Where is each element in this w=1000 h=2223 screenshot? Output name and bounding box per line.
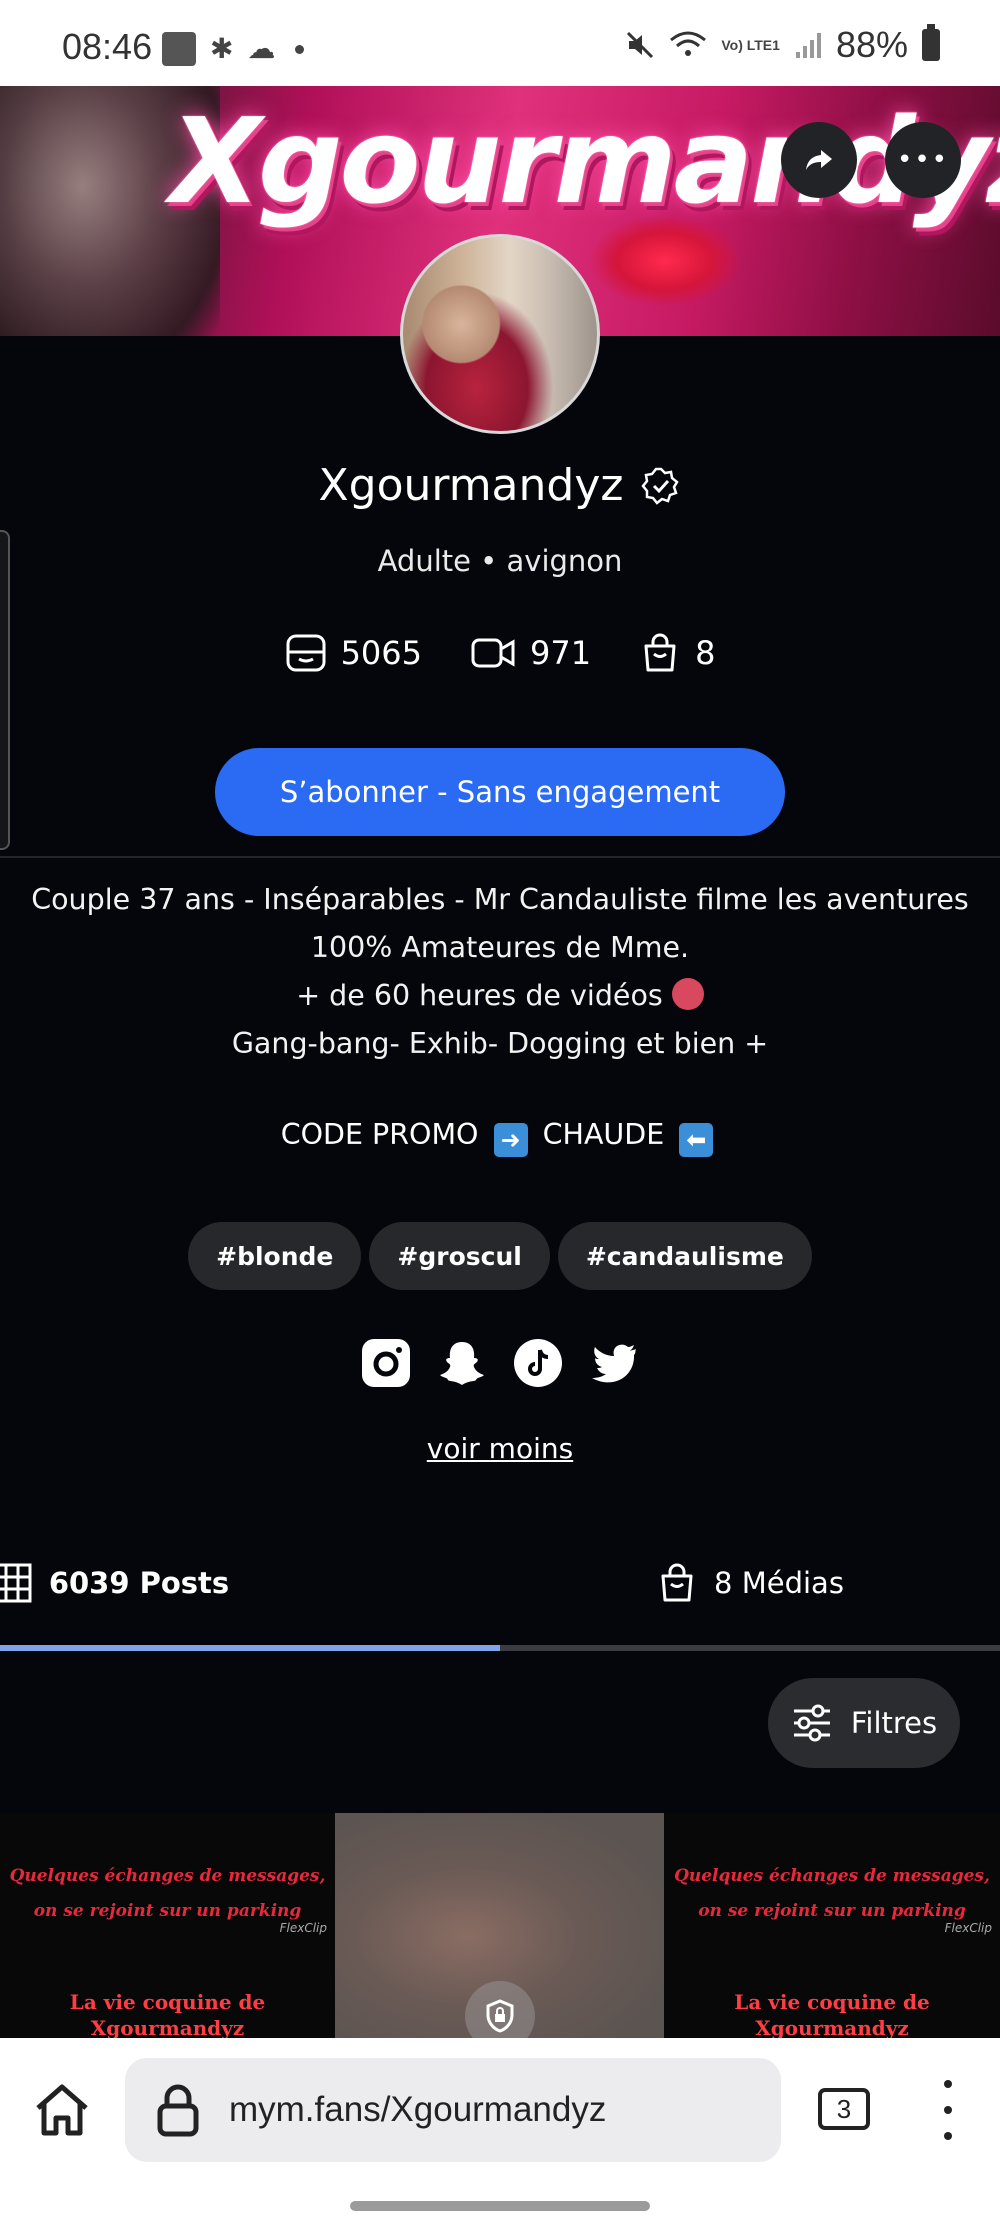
shopping-bag-icon bbox=[661, 1563, 693, 1602]
posts-icon bbox=[286, 634, 326, 672]
tiktok-icon bbox=[514, 1339, 562, 1387]
shopping-bag-icon bbox=[644, 633, 676, 672]
home-icon bbox=[36, 2084, 88, 2136]
notification-icons: ✱ ☁ bbox=[162, 32, 305, 66]
tag-blonde[interactable]: #blonde bbox=[188, 1222, 362, 1290]
watermark: FlexClip bbox=[279, 1921, 327, 1935]
bio-line-4: Gang-bang- Exhib- Dogging et bien + bbox=[231, 1027, 769, 1060]
more-icon: ••• bbox=[896, 145, 949, 175]
profile-name-row: Xgourmandyz bbox=[0, 460, 1000, 511]
status-time: 08:46 bbox=[62, 26, 153, 67]
bio-line-3: + de 60 heures de vidéos bbox=[296, 979, 663, 1012]
browser-menu-button[interactable] bbox=[940, 2080, 956, 2140]
tab-medias-label: 8 Médias bbox=[714, 1566, 844, 1600]
snapchat-link[interactable] bbox=[437, 1338, 487, 1388]
verified-badge-icon bbox=[641, 467, 680, 505]
lock-shield-icon bbox=[486, 1999, 514, 2033]
bio-line-3-row: + de 60 heures de vidéos bbox=[0, 972, 1000, 1020]
profile-subtitle: Adulte • avignon bbox=[377, 544, 623, 578]
locked-badge bbox=[465, 1981, 535, 2038]
tab-posts[interactable]: 6039 Posts bbox=[0, 1528, 360, 1638]
battery-percent: 88% bbox=[835, 24, 908, 65]
bio-line-2: 100% Amateures de Mme. bbox=[310, 931, 690, 964]
promo-line: CODE PROMO ➜ CHAUDE ⬅ bbox=[0, 1118, 1000, 1157]
home-button[interactable] bbox=[30, 2078, 94, 2142]
gesture-bar bbox=[350, 2201, 650, 2211]
volte-label: Vo) LTE1 bbox=[721, 37, 780, 53]
social-links bbox=[0, 1338, 1000, 1388]
profile-avatar[interactable] bbox=[400, 234, 600, 434]
tag-candaulisme[interactable]: #candaulisme bbox=[557, 1222, 812, 1290]
more-notifications-dot bbox=[295, 44, 305, 54]
mute-icon bbox=[627, 31, 654, 59]
grid-icon bbox=[0, 1563, 32, 1603]
cloud-notification-icon: ☁ bbox=[247, 32, 276, 65]
profile-stats: 5065 971 8 bbox=[0, 632, 1000, 674]
stat-medias-count: 8 bbox=[695, 634, 716, 672]
instagram-link[interactable] bbox=[361, 1338, 411, 1388]
stat-medias: 8 bbox=[639, 632, 715, 674]
browser-toolbar: mym.fans/Xgourmandyz 3 bbox=[0, 2038, 1000, 2223]
banner-logo: Xgourmandyz bbox=[170, 92, 1000, 230]
tab-indicator-track bbox=[0, 1645, 1000, 1651]
instagram-icon bbox=[362, 1339, 410, 1387]
stat-videos: 971 bbox=[470, 632, 591, 674]
post-title: La vie coquine de Xgourmandyz bbox=[734, 1990, 930, 2038]
sliders-icon bbox=[793, 1704, 830, 1742]
hashtag-list: #blonde #groscul #candaulisme bbox=[0, 1222, 1000, 1290]
bio-line-1: Couple 37 ans - Inséparables - Mr Candau… bbox=[31, 883, 969, 916]
voir-moins-link[interactable]: voir moins bbox=[0, 1432, 1000, 1465]
game-notification-icon: ✱ bbox=[210, 32, 234, 65]
stat-posts: 5065 bbox=[285, 632, 422, 674]
signal-icon bbox=[795, 33, 821, 58]
url-text: mym.fans/Xgourmandyz bbox=[229, 2090, 607, 2129]
post-tile[interactable]: Quelques échanges de messages, on se rej… bbox=[664, 1813, 1000, 2038]
share-icon bbox=[806, 150, 832, 170]
wifi-icon bbox=[670, 31, 707, 56]
devil-emoji-icon bbox=[671, 978, 704, 1010]
system-icons: Vo) LTE1 88% bbox=[625, 24, 940, 66]
promo-prefix: CODE PROMO bbox=[280, 1118, 479, 1151]
more-options-button[interactable]: ••• bbox=[885, 122, 961, 198]
post-title: La vie coquine de Xgourmandyz bbox=[69, 1990, 266, 2038]
address-bar[interactable]: mym.fans/Xgourmandyz bbox=[125, 2058, 781, 2162]
tab-switcher-button[interactable]: 3 bbox=[818, 2088, 870, 2130]
post-tile-locked[interactable] bbox=[335, 1813, 664, 2038]
post-caption: Quelques échanges de messages, on se rej… bbox=[674, 1866, 990, 1921]
lock-icon[interactable] bbox=[155, 2082, 201, 2138]
filters-button[interactable]: Filtres bbox=[768, 1678, 960, 1768]
battery-icon bbox=[922, 24, 940, 61]
share-button[interactable] bbox=[781, 122, 857, 198]
promo-code: CHAUDE bbox=[542, 1118, 665, 1151]
watermark: FlexClip bbox=[944, 1921, 992, 1935]
tab-active-indicator bbox=[0, 1645, 500, 1651]
posts-grid: Quelques échanges de messages, on se rej… bbox=[0, 1813, 1000, 2038]
snapchat-icon bbox=[440, 1342, 484, 1385]
filters-label: Filtres bbox=[850, 1706, 938, 1740]
stat-posts-count: 5065 bbox=[340, 634, 422, 672]
left-arrow-emoji-icon: ⬅ bbox=[679, 1123, 714, 1157]
post-tile[interactable]: Quelques échanges de messages, on se rej… bbox=[0, 1813, 335, 2038]
post-caption: Quelques échanges de messages, on se rej… bbox=[9, 1866, 326, 1921]
tag-groscul[interactable]: #groscul bbox=[369, 1222, 550, 1290]
section-divider bbox=[0, 856, 1000, 858]
subscribe-button[interactable]: S’abonner - Sans engagement bbox=[215, 748, 785, 836]
twitter-icon bbox=[592, 1344, 636, 1383]
content-tabs: 6039 Posts 8 Médias bbox=[0, 1528, 1000, 1648]
twitter-link[interactable] bbox=[589, 1338, 639, 1388]
side-panel-handle[interactable] bbox=[0, 530, 10, 850]
tab-medias[interactable]: 8 Médias bbox=[500, 1528, 1000, 1638]
stat-videos-count: 971 bbox=[530, 634, 592, 672]
tab-posts-label: 6039 Posts bbox=[48, 1566, 230, 1600]
status-bar: 08:46 ✱ ☁ Vo) LTE1 88% bbox=[0, 0, 1000, 86]
right-arrow-emoji-icon: ➜ bbox=[493, 1123, 528, 1157]
app-notification-icon bbox=[162, 32, 196, 66]
video-icon bbox=[471, 638, 515, 668]
tiktok-link[interactable] bbox=[513, 1338, 563, 1388]
profile-name: Xgourmandyz bbox=[318, 460, 624, 511]
profile-bio: Couple 37 ans - Inséparables - Mr Candau… bbox=[0, 876, 1000, 1068]
